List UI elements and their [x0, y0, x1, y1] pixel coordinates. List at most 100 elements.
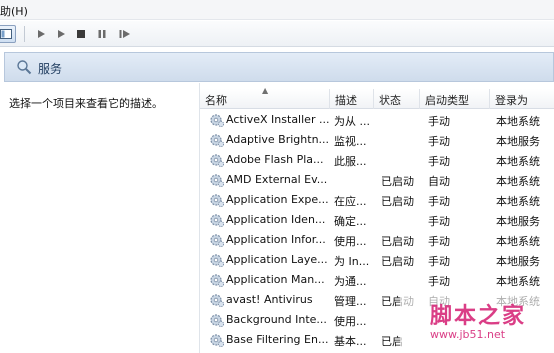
column-header-startup-type-label: 启动类型: [425, 94, 469, 107]
stop-icon: [77, 30, 85, 38]
watermark-text: 脚本之家: [430, 303, 527, 329]
column-header-name-label: 名称: [205, 94, 227, 107]
description-pane: 选择一个项目来查看它的描述。: [4, 83, 199, 353]
column-header-description[interactable]: 描述: [330, 89, 374, 109]
service-row[interactable]: Adobe Flash Pla... 此服... 手动 本地系统: [200, 150, 554, 170]
service-startup-type: 手动: [428, 255, 450, 268]
menu-help[interactable]: 助(H): [0, 3, 28, 19]
service-description: 使用...: [334, 315, 367, 328]
service-gear-icon: [210, 134, 225, 148]
restart-button[interactable]: [116, 25, 134, 43]
service-description: 监视...: [334, 135, 367, 148]
service-gear-icon: [210, 154, 225, 168]
service-logon-as: 本地系统: [496, 275, 540, 288]
service-status: 已启动: [381, 195, 414, 208]
service-logon-as: 本地系统: [496, 235, 540, 248]
service-gear-icon: [210, 114, 225, 128]
service-description: 为通...: [334, 275, 367, 288]
magnifier-icon: [17, 60, 32, 75]
sort-ascending-icon: ▲: [262, 86, 269, 95]
menu-bar: 助(H): [0, 0, 554, 20]
console-tree-icon: [0, 29, 12, 39]
service-logon-as: 本地系统: [496, 175, 540, 188]
service-description: 为 In...: [334, 255, 370, 268]
service-status: 已启动: [381, 255, 414, 268]
column-header-logon-as-label: 登录为: [495, 94, 528, 107]
service-row[interactable]: ActiveX Installer ... 为从 ... 手动 本地系统: [200, 110, 554, 130]
service-description: 为从 ...: [334, 115, 370, 128]
service-startup-type: 手动: [428, 155, 450, 168]
service-row[interactable]: Application Man... 为通... 手动 本地系统: [200, 270, 554, 290]
service-name: Application Iden...: [226, 213, 326, 226]
service-logon-as: 本地服务: [496, 135, 540, 148]
start-alt-button[interactable]: [52, 25, 70, 43]
description-text: 选择一个项目来查看它的描述。: [9, 97, 163, 110]
service-gear-icon: [210, 254, 225, 268]
service-row[interactable]: Adaptive Brightn... 监视... 手动 本地服务: [200, 130, 554, 150]
service-gear-icon: [210, 234, 225, 248]
service-description: 管理...: [334, 295, 367, 308]
column-header-name[interactable]: ▲ 名称: [200, 86, 330, 109]
stop-button[interactable]: [72, 25, 90, 43]
service-startup-type: 手动: [428, 115, 450, 128]
service-startup-type: 自动: [428, 175, 450, 188]
column-header-startup-type[interactable]: 启动类型: [420, 89, 490, 109]
pause-icon: [98, 30, 106, 38]
service-logon-as: 本地服务: [496, 255, 540, 268]
service-gear-icon: [210, 334, 225, 348]
service-name: Background Inte...: [226, 313, 327, 326]
toolbar: [0, 21, 554, 47]
console-tree-button[interactable]: [0, 25, 16, 43]
service-startup-type: 手动: [428, 195, 450, 208]
play-icon: [38, 30, 45, 38]
service-name: Adaptive Brightn...: [226, 133, 330, 146]
panel-title: 服务: [38, 62, 63, 76]
service-row[interactable]: Application Iden... 确定... 手动 本地服务: [200, 210, 554, 230]
service-gear-icon: [210, 194, 225, 208]
service-gear-icon: [210, 314, 225, 328]
service-name: Application Expe...: [226, 193, 329, 206]
panel-banner: 服务: [4, 52, 554, 82]
start-button[interactable]: [32, 25, 50, 43]
pause-button[interactable]: [93, 25, 111, 43]
service-name: Application Laye...: [226, 253, 328, 266]
service-logon-as: 本地系统: [496, 195, 540, 208]
service-name: Application Man...: [226, 273, 325, 286]
service-row[interactable]: Application Infor... 使用... 已启动 手动 本地系统: [200, 230, 554, 250]
service-gear-icon: [210, 294, 225, 308]
service-gear-icon: [210, 274, 225, 288]
watermark: 脚本之家 www.jb51.net: [400, 292, 554, 353]
service-status: 已启动: [381, 235, 414, 248]
service-name: avast! Antivirus: [226, 293, 313, 306]
column-header-logon-as[interactable]: 登录为: [490, 89, 554, 109]
service-name: Base Filtering En...: [226, 333, 329, 346]
service-row[interactable]: Application Laye... 为 In... 已启动 手动 本地服务: [200, 250, 554, 270]
service-description: 此服...: [334, 155, 367, 168]
column-header-status[interactable]: 状态: [374, 89, 420, 109]
service-name: AMD External Ev...: [226, 173, 328, 186]
service-description: 确定...: [334, 215, 367, 228]
service-name: ActiveX Installer ...: [226, 113, 330, 126]
service-description: 使用...: [334, 235, 367, 248]
service-gear-icon: [210, 214, 225, 228]
service-row[interactable]: AMD External Ev... 已启动 自动 本地系统: [200, 170, 554, 190]
service-startup-type: 手动: [428, 275, 450, 288]
service-logon-as: 本地服务: [496, 215, 540, 228]
service-name: Adobe Flash Pla...: [226, 153, 324, 166]
service-logon-as: 本地系统: [496, 115, 540, 128]
service-startup-type: 手动: [428, 135, 450, 148]
play-icon: [58, 30, 65, 38]
service-startup-type: 手动: [428, 215, 450, 228]
service-logon-as: 本地系统: [496, 155, 540, 168]
service-gear-icon: [210, 174, 225, 188]
column-header-status-label: 状态: [379, 94, 401, 107]
restart-icon: [119, 30, 130, 38]
toolbar-separator: [24, 26, 25, 42]
service-status: 已启动: [381, 175, 414, 188]
service-row[interactable]: Application Expe... 在应... 已启动 手动 本地系统: [200, 190, 554, 210]
column-header-row: ▲ 名称 描述 状态 启动类型 登录为: [200, 86, 554, 109]
service-description: 基本...: [334, 335, 367, 348]
service-description: 在应...: [334, 195, 367, 208]
service-name: Application Infor...: [226, 233, 326, 246]
service-startup-type: 手动: [428, 235, 450, 248]
